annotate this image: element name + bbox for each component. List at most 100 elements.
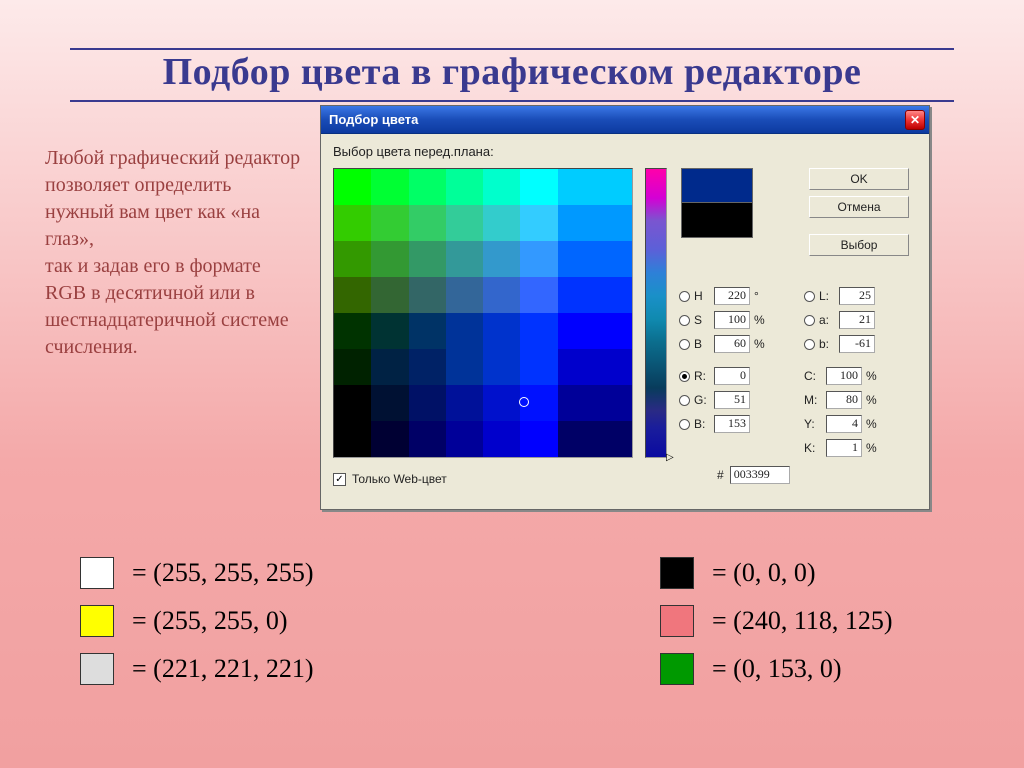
- palette-cell[interactable]: [483, 349, 520, 385]
- palette-cell[interactable]: [520, 313, 557, 349]
- radio-l[interactable]: [804, 291, 815, 302]
- palette-cell[interactable]: [334, 313, 371, 349]
- palette-cell[interactable]: [483, 205, 520, 241]
- ok-button[interactable]: OK: [809, 168, 909, 190]
- hex-input[interactable]: 003399: [730, 466, 790, 484]
- palette-cell[interactable]: [595, 349, 632, 385]
- palette-cell[interactable]: [334, 241, 371, 277]
- palette-cell[interactable]: [334, 421, 371, 457]
- radio-b[interactable]: [679, 339, 690, 350]
- palette-cell[interactable]: [558, 313, 595, 349]
- radio-r[interactable]: [679, 371, 690, 382]
- palette-cell[interactable]: [595, 313, 632, 349]
- suffix-k: %: [866, 441, 880, 455]
- label-g: G:: [694, 393, 710, 407]
- palette-cell[interactable]: [558, 421, 595, 457]
- palette-cell[interactable]: [483, 421, 520, 457]
- palette-cell[interactable]: [409, 277, 446, 313]
- palette-cell[interactable]: [483, 313, 520, 349]
- radio-b-rgb[interactable]: [679, 419, 690, 430]
- palette-cell[interactable]: [483, 169, 520, 205]
- palette-cell[interactable]: [595, 205, 632, 241]
- palette-cell[interactable]: [334, 277, 371, 313]
- palette-cell[interactable]: [409, 169, 446, 205]
- palette-cell[interactable]: [558, 385, 595, 421]
- palette-cell[interactable]: [409, 349, 446, 385]
- palette-cell[interactable]: [483, 277, 520, 313]
- palette-cell[interactable]: [483, 241, 520, 277]
- palette-cell[interactable]: [558, 277, 595, 313]
- palette-cell[interactable]: [595, 241, 632, 277]
- input-a[interactable]: 21: [839, 311, 875, 329]
- palette-cell[interactable]: [446, 205, 483, 241]
- palette-cell[interactable]: [371, 421, 408, 457]
- palette-cell[interactable]: [371, 349, 408, 385]
- palette-cell[interactable]: [595, 277, 632, 313]
- radio-h[interactable]: [679, 291, 690, 302]
- input-s[interactable]: 100: [714, 311, 750, 329]
- palette-cell[interactable]: [409, 313, 446, 349]
- palette-cell[interactable]: [520, 385, 557, 421]
- input-lab-b[interactable]: -61: [839, 335, 875, 353]
- palette-cell[interactable]: [446, 277, 483, 313]
- palette-cell[interactable]: [409, 241, 446, 277]
- color-slider[interactable]: [645, 168, 667, 458]
- example-swatch: [80, 557, 114, 589]
- palette-cell[interactable]: [334, 385, 371, 421]
- palette-cell[interactable]: [371, 241, 408, 277]
- palette-cell[interactable]: [595, 385, 632, 421]
- palette-cell[interactable]: [595, 169, 632, 205]
- palette-cell[interactable]: [558, 205, 595, 241]
- cancel-button[interactable]: Отмена: [809, 196, 909, 218]
- palette-cell[interactable]: [371, 169, 408, 205]
- input-k[interactable]: 1: [826, 439, 862, 457]
- input-l[interactable]: 25: [839, 287, 875, 305]
- example-value: = (0, 153, 0): [712, 654, 841, 684]
- palette-cell[interactable]: [595, 421, 632, 457]
- radio-s[interactable]: [679, 315, 690, 326]
- radio-g[interactable]: [679, 395, 690, 406]
- palette-cell[interactable]: [520, 241, 557, 277]
- palette-cell[interactable]: [520, 169, 557, 205]
- palette-cell[interactable]: [334, 169, 371, 205]
- web-only-checkbox[interactable]: Только Web-цвет: [333, 472, 447, 486]
- input-r[interactable]: 0: [714, 367, 750, 385]
- palette-cell[interactable]: [520, 205, 557, 241]
- color-palette[interactable]: [333, 168, 633, 458]
- palette-cell[interactable]: [334, 349, 371, 385]
- palette-cell[interactable]: [446, 313, 483, 349]
- suffix-c: %: [866, 369, 880, 383]
- palette-cell[interactable]: [371, 277, 408, 313]
- palette-cell[interactable]: [446, 349, 483, 385]
- palette-cell[interactable]: [371, 385, 408, 421]
- input-h[interactable]: 220: [714, 287, 750, 305]
- palette-cell[interactable]: [446, 169, 483, 205]
- palette-cell[interactable]: [409, 385, 446, 421]
- palette-cell[interactable]: [446, 421, 483, 457]
- input-c[interactable]: 100: [826, 367, 862, 385]
- palette-cell[interactable]: [558, 241, 595, 277]
- input-g[interactable]: 51: [714, 391, 750, 409]
- input-m[interactable]: 80: [826, 391, 862, 409]
- radio-a[interactable]: [804, 315, 815, 326]
- palette-cell[interactable]: [371, 313, 408, 349]
- palette-cell[interactable]: [558, 169, 595, 205]
- palette-cell[interactable]: [371, 205, 408, 241]
- palette-cell[interactable]: [483, 385, 520, 421]
- palette-cell[interactable]: [520, 349, 557, 385]
- palette-cell[interactable]: [520, 421, 557, 457]
- close-button[interactable]: ✕: [905, 110, 925, 130]
- input-y[interactable]: 4: [826, 415, 862, 433]
- palette-cell[interactable]: [409, 421, 446, 457]
- dialog-titlebar[interactable]: Подбор цвета ✕: [321, 106, 929, 134]
- palette-cell[interactable]: [446, 241, 483, 277]
- palette-cell[interactable]: [446, 385, 483, 421]
- palette-cell[interactable]: [334, 205, 371, 241]
- radio-lab-b[interactable]: [804, 339, 815, 350]
- palette-cell[interactable]: [558, 349, 595, 385]
- select-button[interactable]: Выбор: [809, 234, 909, 256]
- input-b-hsb[interactable]: 60: [714, 335, 750, 353]
- input-b-rgb[interactable]: 153: [714, 415, 750, 433]
- palette-cell[interactable]: [409, 205, 446, 241]
- palette-cell[interactable]: [520, 277, 557, 313]
